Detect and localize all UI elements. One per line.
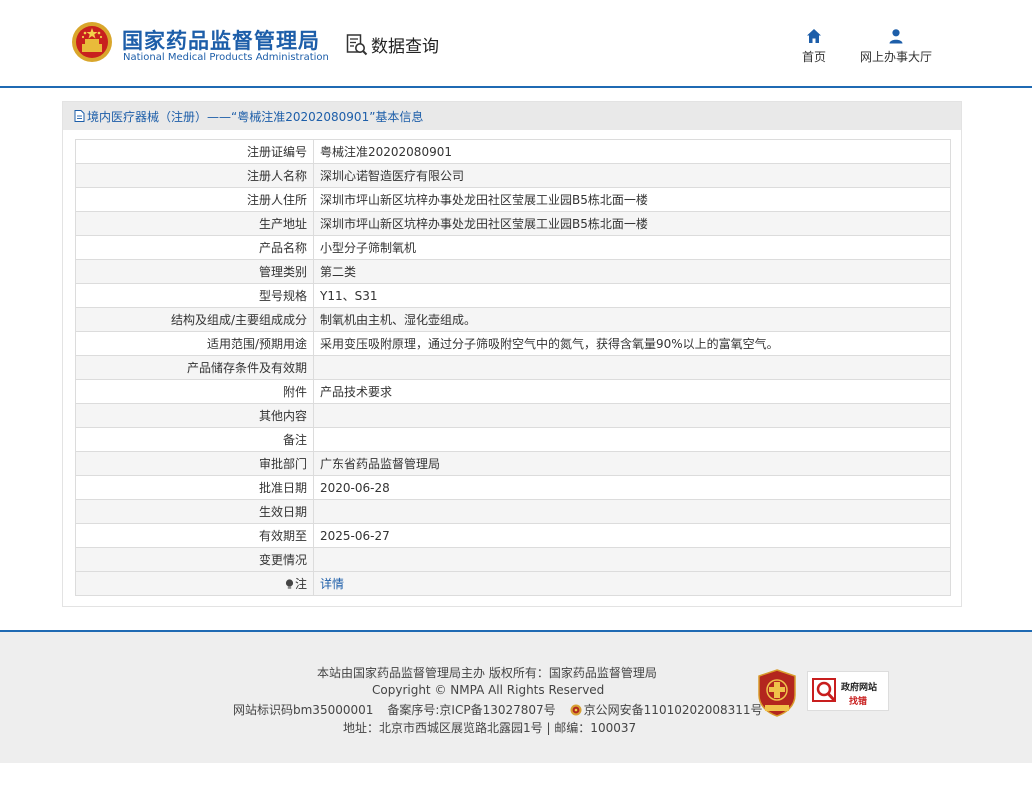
table-row: 注册人名称 深圳心诺智造医疗有限公司 — [75, 163, 951, 188]
detail-panel: 境内医疗器械（注册）——“粤械注准20202080901”基本信息 注册证编号粤… — [62, 101, 962, 607]
nav-home[interactable]: 首页 — [799, 28, 829, 65]
table-row-note: 注 详情 — [75, 571, 951, 596]
table-row: 产品储存条件及有效期 — [75, 355, 951, 380]
row-value — [313, 547, 951, 572]
gov-website-error-report-badge[interactable]: 政府网站 找错 — [807, 671, 889, 711]
user-icon — [889, 29, 903, 44]
table-row: 批准日期 2020-06-28 — [75, 475, 951, 500]
footer-copyright: Copyright © NMPA All Rights Reserved — [372, 683, 605, 697]
row-value: 详情 — [313, 571, 951, 596]
row-label: 生产地址 — [75, 211, 314, 236]
site-brand-english[interactable]: National Medical Products Administration — [123, 52, 329, 63]
row-label: 批准日期 — [75, 475, 314, 500]
row-value — [313, 355, 951, 380]
site-footer: 本站由国家药品监督管理局主办 版权所有：国家药品监督管理局 Copyright … — [0, 630, 1032, 763]
row-value: 小型分子筛制氧机 — [313, 235, 951, 260]
row-label: 结构及组成/主要组成成分 — [75, 307, 314, 332]
table-row: 适用范围/预期用途 采用变压吸附原理，通过分子筛吸附空气中的氮气，获得含氧量90%… — [75, 331, 951, 356]
row-value: 产品技术要求 — [313, 379, 951, 404]
national-emblem-icon — [72, 22, 112, 62]
table-row: 生效日期 — [75, 499, 951, 524]
table-row: 型号规格 Y11、S31 — [75, 283, 951, 308]
table-row: 产品名称 小型分子筛制氧机 — [75, 235, 951, 260]
table-row: 备注 — [75, 427, 951, 452]
row-label: 产品名称 — [75, 235, 314, 260]
row-value: 第二类 — [313, 259, 951, 284]
row-value: 粤械注准20202080901 — [313, 139, 951, 164]
table-row: 注册证编号 粤械注准20202080901 — [75, 139, 951, 164]
row-value: 2020-06-28 — [313, 475, 951, 500]
table-row: 审批部门 广东省药品监督管理局 — [75, 451, 951, 476]
footer-site-id: 网站标识码bm35000001 — [233, 703, 374, 717]
row-label: 有效期至 — [75, 523, 314, 548]
row-value: 深圳心诺智造医疗有限公司 — [313, 163, 951, 188]
footer-registration-line: 网站标识码bm35000001 备案序号:京ICP备13027807号 京公网安备1… — [233, 701, 763, 718]
row-label: 其他内容 — [75, 403, 314, 428]
home-icon — [807, 29, 821, 43]
data-query-link[interactable]: 数据查询 — [346, 32, 439, 57]
registration-info-table: 注册证编号 粤械注准20202080901 注册人名称 深圳心诺智造医疗有限公司 注册人… — [75, 139, 951, 596]
row-label: 附件 — [75, 379, 314, 404]
table-row: 生产地址 深圳市坪山新区坑梓办事处龙田社区莹展工业园B5栋北面一楼 — [75, 211, 951, 236]
row-label: 注 — [75, 571, 314, 596]
row-label: 注册人名称 — [75, 163, 314, 188]
search-document-icon — [346, 33, 368, 55]
breadcrumb-text: 境内医疗器械（注册）——“粤械注准20202080901”基本信息 — [87, 109, 424, 124]
nav-online-service-hall[interactable]: 网上办事大厅 — [858, 28, 934, 65]
row-value — [313, 499, 951, 524]
table-row: 有效期至 2025-06-27 — [75, 523, 951, 548]
data-query-label: 数据查询 — [371, 37, 439, 57]
gov-website-label: 政府网站 — [841, 683, 878, 693]
footer-sponsor-text: 本站由国家药品监督管理局主办 版权所有：国家药品监督管理局 — [317, 666, 657, 680]
document-icon — [74, 110, 85, 122]
footer-icp-link[interactable]: 备案序号:京ICP备13027807号 — [387, 703, 555, 717]
row-label: 审批部门 — [75, 451, 314, 476]
row-value — [313, 403, 951, 428]
row-label: 备注 — [75, 427, 314, 452]
party-government-badge-icon[interactable] — [757, 669, 797, 717]
table-row: 附件 产品技术要求 — [75, 379, 951, 404]
note-label: 注 — [294, 577, 307, 591]
row-label: 型号规格 — [75, 283, 314, 308]
table-row: 变更情况 — [75, 547, 951, 572]
row-label: 管理类别 — [75, 259, 314, 284]
row-label: 变更情况 — [75, 547, 314, 572]
footer-police-link[interactable]: 京公网安备11010202008311号 — [584, 703, 763, 717]
nav-online-service-hall-label: 网上办事大厅 — [859, 50, 932, 64]
row-value: 广东省药品监督管理局 — [313, 451, 951, 476]
row-value: 采用变压吸附原理，通过分子筛吸附空气中的氮气，获得含氧量90%以上的富氧空气。 — [313, 331, 951, 356]
details-link[interactable]: 详情 — [320, 577, 344, 591]
magnifier-icon — [812, 678, 837, 703]
site-header: 国家药品监督管理局 National Medical Products Admi… — [0, 0, 1032, 88]
row-label: 产品储存条件及有效期 — [75, 355, 314, 380]
row-value — [313, 427, 951, 452]
find-error-label: 找错 — [849, 697, 868, 707]
row-value: 2025-06-27 — [313, 523, 951, 548]
site-brand-chinese[interactable]: 国家药品监督管理局 — [122, 25, 320, 55]
row-label: 注册证编号 — [75, 139, 314, 164]
row-label: 注册人住所 — [75, 187, 314, 212]
police-badge-icon — [570, 704, 582, 716]
nav-home-label: 首页 — [801, 50, 826, 64]
row-value: 深圳市坪山新区坑梓办事处龙田社区莹展工业园B5栋北面一楼 — [313, 211, 951, 236]
row-value: 深圳市坪山新区坑梓办事处龙田社区莹展工业园B5栋北面一楼 — [313, 187, 951, 212]
row-value: 制氧机由主机、湿化壶组成。 — [313, 307, 951, 332]
table-row: 注册人住所 深圳市坪山新区坑梓办事处龙田社区莹展工业园B5栋北面一楼 — [75, 187, 951, 212]
breadcrumb: 境内医疗器械（注册）——“粤械注准20202080901”基本信息 — [63, 102, 961, 130]
table-row: 结构及组成/主要组成成分 制氧机由主机、湿化壶组成。 — [75, 307, 951, 332]
row-label: 生效日期 — [75, 499, 314, 524]
footer-address: 地址：北京市西城区展览路北露园1号 | 邮编：100037 — [343, 721, 637, 735]
row-label: 适用范围/预期用途 — [75, 331, 314, 356]
row-value: Y11、S31 — [313, 283, 951, 308]
table-row: 其他内容 — [75, 403, 951, 428]
table-row: 管理类别 第二类 — [75, 259, 951, 284]
lightbulb-icon — [285, 579, 294, 589]
